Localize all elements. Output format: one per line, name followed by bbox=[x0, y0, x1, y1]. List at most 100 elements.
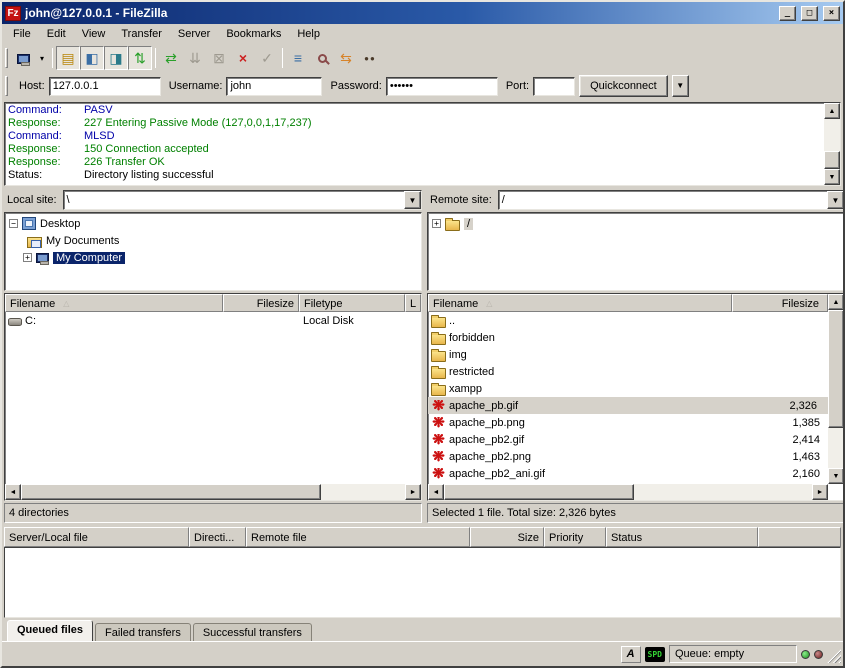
tab-queued-files[interactable]: Queued files bbox=[7, 620, 93, 641]
port-input[interactable] bbox=[533, 77, 575, 96]
column-direction[interactable]: Directi... bbox=[189, 527, 246, 547]
desktop-icon bbox=[22, 217, 36, 230]
column-filetype[interactable]: Filetype bbox=[299, 294, 405, 312]
reconnect-button[interactable]: ✓ bbox=[255, 46, 279, 70]
local-site-combobox[interactable]: \ ▼ bbox=[63, 190, 422, 210]
minimize-button[interactable]: _ bbox=[779, 6, 796, 21]
scroll-up-icon[interactable]: ▲ bbox=[824, 103, 840, 119]
menu-view[interactable]: View bbox=[74, 25, 114, 43]
collapse-icon[interactable]: − bbox=[9, 219, 18, 228]
tab-successful-transfers[interactable]: Successful transfers bbox=[193, 623, 312, 641]
tree-item-my-documents[interactable]: My Documents bbox=[9, 232, 421, 249]
scroll-thumb[interactable] bbox=[444, 484, 634, 500]
log-line: Status:Directory listing successful bbox=[8, 169, 824, 182]
remote-file-row[interactable]: xampp bbox=[428, 380, 828, 397]
quickconnect-dropdown[interactable]: ▼ bbox=[672, 75, 689, 97]
menu-transfer[interactable]: Transfer bbox=[113, 25, 170, 43]
scroll-up-icon[interactable]: ▲ bbox=[828, 294, 844, 310]
cancel-operation-button[interactable]: ⊠ bbox=[207, 46, 231, 70]
column-remote-file[interactable]: Remote file bbox=[246, 527, 470, 547]
local-hscrollbar[interactable]: ◄ ► bbox=[5, 484, 421, 500]
disconnect-button[interactable]: × bbox=[231, 46, 255, 70]
expand-icon[interactable]: + bbox=[432, 219, 441, 228]
remote-file-row[interactable]: ❋apache_pb2.png1,463 bbox=[428, 448, 828, 465]
speed-limit-icon[interactable]: SPD bbox=[645, 647, 665, 662]
scroll-thumb[interactable] bbox=[828, 310, 844, 428]
column-filesize[interactable]: Filesize bbox=[732, 294, 828, 312]
log-scrollbar[interactable]: ▲ ▼ bbox=[824, 103, 840, 185]
toggle-message-log-button[interactable]: ▤ bbox=[56, 46, 80, 70]
resize-grip[interactable] bbox=[827, 649, 841, 663]
local-file-row[interactable]: C: Local Disk bbox=[5, 312, 421, 329]
remote-file-row[interactable]: img bbox=[428, 346, 828, 363]
filezilla-window: Fz john@127.0.0.1 - FileZilla _ □ × File… bbox=[0, 0, 845, 668]
local-file-list: Filename△ Filesize Filetype L C: Local D… bbox=[4, 293, 422, 501]
tab-failed-transfers[interactable]: Failed transfers bbox=[95, 623, 191, 641]
remote-file-row[interactable]: .. bbox=[428, 312, 828, 329]
local-disk-icon bbox=[8, 318, 22, 326]
scroll-left-icon[interactable]: ◄ bbox=[428, 484, 444, 500]
queue-body[interactable] bbox=[4, 547, 841, 618]
filter-button[interactable]: ●● bbox=[358, 46, 382, 70]
menu-file[interactable]: File bbox=[5, 25, 39, 43]
remote-vscrollbar[interactable]: ▲ ▼ bbox=[828, 294, 844, 484]
quickconnect-button[interactable]: Quickconnect bbox=[579, 75, 668, 97]
data-type-indicator-icon[interactable]: A bbox=[621, 646, 641, 663]
remote-site-combobox[interactable]: / ▼ bbox=[498, 190, 845, 210]
expand-icon[interactable]: + bbox=[23, 253, 32, 262]
host-input[interactable] bbox=[49, 77, 161, 96]
process-queue-button[interactable]: ⇊ bbox=[183, 46, 207, 70]
scroll-down-icon[interactable]: ▼ bbox=[824, 169, 840, 185]
site-manager-button[interactable] bbox=[11, 46, 35, 70]
password-input[interactable] bbox=[386, 77, 498, 96]
site-manager-dropdown[interactable]: ▾ bbox=[35, 46, 49, 70]
scroll-down-icon[interactable]: ▼ bbox=[828, 468, 844, 484]
toolbar-separator bbox=[52, 48, 53, 68]
column-filler bbox=[758, 527, 841, 547]
column-server-local-file[interactable]: Server/Local file bbox=[4, 527, 189, 547]
dropdown-arrow-icon[interactable]: ▼ bbox=[404, 191, 421, 209]
column-last-modified[interactable]: L bbox=[405, 294, 421, 312]
remote-file-row-selected[interactable]: ❋apache_pb.gif2,326 bbox=[428, 397, 828, 414]
maximize-button[interactable]: □ bbox=[801, 6, 818, 21]
toggle-queue-button[interactable]: ⇅ bbox=[128, 46, 152, 70]
directory-comparison-button[interactable]: ≡ bbox=[286, 46, 310, 70]
scroll-right-icon[interactable]: ► bbox=[405, 484, 421, 500]
remote-file-row[interactable]: ❋apache_pb.png1,385 bbox=[428, 414, 828, 431]
refresh-button[interactable]: ⇄ bbox=[159, 46, 183, 70]
column-size[interactable]: Size bbox=[470, 527, 544, 547]
scroll-left-icon[interactable]: ◄ bbox=[5, 484, 21, 500]
menu-bookmarks[interactable]: Bookmarks bbox=[218, 25, 289, 43]
column-filesize[interactable]: Filesize bbox=[223, 294, 299, 312]
remote-file-row[interactable]: forbidden bbox=[428, 329, 828, 346]
app-icon: Fz bbox=[5, 6, 21, 21]
scroll-right-icon[interactable]: ► bbox=[812, 484, 828, 500]
toggle-local-tree-button[interactable]: ◧ bbox=[80, 46, 104, 70]
close-button[interactable]: × bbox=[823, 6, 840, 21]
menu-edit[interactable]: Edit bbox=[39, 25, 74, 43]
column-priority[interactable]: Priority bbox=[544, 527, 606, 547]
menu-server[interactable]: Server bbox=[170, 25, 218, 43]
remote-hscrollbar[interactable]: ◄ ► bbox=[428, 484, 828, 500]
column-filename[interactable]: Filename△ bbox=[5, 294, 223, 312]
find-files-button[interactable] bbox=[310, 46, 334, 70]
tree-item-my-computer[interactable]: + My Computer bbox=[9, 249, 421, 266]
image-file-icon: ❋ bbox=[431, 435, 446, 445]
dropdown-arrow-icon[interactable]: ▼ bbox=[827, 191, 844, 209]
toggle-remote-tree-button[interactable]: ◨ bbox=[104, 46, 128, 70]
menu-help[interactable]: Help bbox=[289, 25, 328, 43]
remote-file-row[interactable]: restricted bbox=[428, 363, 828, 380]
remote-file-row[interactable]: ❋apache_pb2.gif2,414 bbox=[428, 431, 828, 448]
column-status[interactable]: Status bbox=[606, 527, 758, 547]
scroll-thumb[interactable] bbox=[21, 484, 321, 500]
tree-item-desktop[interactable]: − Desktop bbox=[9, 215, 421, 232]
tree-item-root[interactable]: + / bbox=[432, 215, 844, 232]
folder-icon bbox=[431, 385, 446, 396]
scroll-thumb[interactable] bbox=[824, 151, 840, 169]
username-input[interactable] bbox=[226, 77, 322, 96]
synchronized-browsing-button[interactable]: ⇆ bbox=[334, 46, 358, 70]
toolbar-grip bbox=[5, 48, 8, 68]
title-bar[interactable]: Fz john@127.0.0.1 - FileZilla _ □ × bbox=[2, 2, 843, 24]
remote-file-row[interactable]: ❋apache_pb2_ani.gif2,160 bbox=[428, 465, 828, 482]
column-filename[interactable]: Filename△ bbox=[428, 294, 732, 312]
